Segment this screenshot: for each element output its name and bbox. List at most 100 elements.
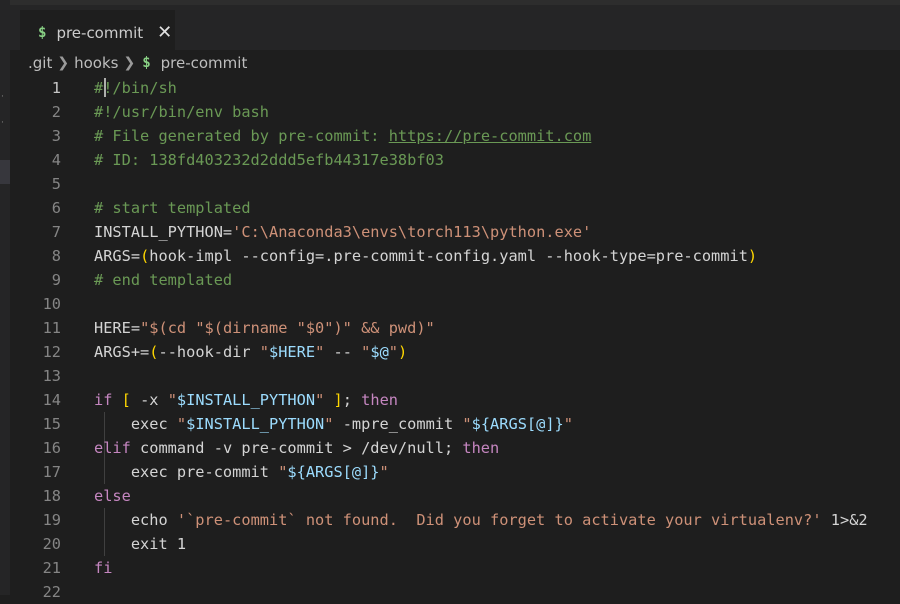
code-line[interactable]: 10: [10, 292, 900, 316]
breadcrumb-git[interactable]: .git: [28, 54, 52, 72]
code-line[interactable]: 22: [10, 580, 900, 604]
code-text[interactable]: if [ -x "$INSTALL_PYTHON" ]; then: [94, 388, 398, 412]
code-text[interactable]: fi: [94, 556, 112, 580]
tab-label[interactable]: pre-commit: [56, 24, 143, 42]
code-token: ": [176, 415, 187, 433]
code-line[interactable]: 14 if [ -x "$INSTALL_PYTHON" ]; then: [10, 388, 900, 412]
code-token: ARGS=: [94, 247, 141, 265]
code-token: hook-impl --config=.pre-commit-config.ya…: [149, 247, 748, 265]
code-token: ": [563, 415, 573, 433]
breadcrumb: .git ❯ hooks ❯ $ pre-commit: [28, 52, 247, 74]
line-number: 8: [51, 247, 61, 265]
code-text[interactable]: HERE="$(cd "$(dirname "$0")" && pwd)": [94, 316, 435, 340]
line-number: 9: [51, 271, 61, 289]
code-token: elif: [94, 439, 131, 457]
code-token: exit 1: [94, 535, 187, 553]
line-number: 22: [42, 583, 61, 601]
code-line[interactable]: 17 exec pre-commit "${ARGS[@]}": [10, 460, 900, 484]
code-token: ": [259, 343, 270, 361]
code-token: 'C:\Anaconda3\envs\torch113\python.exe': [232, 223, 592, 241]
code-text[interactable]: ARGS+=(--hook-dir "$HERE" -- "$@"): [94, 340, 407, 364]
line-number: 19: [42, 511, 61, 529]
breadcrumb-hooks[interactable]: hooks: [74, 54, 118, 72]
text-cursor: [104, 78, 106, 97]
activity-sidebar-edge: · ·: [0, 0, 10, 595]
code-line[interactable]: 1 #!/bin/sh: [10, 76, 900, 100]
code-token: exec: [94, 415, 177, 433]
line-number: 12: [42, 343, 61, 361]
code-line[interactable]: 8 ARGS=(hook-impl --config=.pre-commit-co…: [10, 244, 900, 268]
close-icon[interactable]: ✕: [157, 22, 172, 43]
line-number: 6: [51, 199, 61, 217]
code-line[interactable]: 3 # File generated by pre-commit: https:/…: [10, 124, 900, 148]
code-text[interactable]: ARGS=(hook-impl --config=.pre-commit-con…: [94, 244, 757, 268]
code-text[interactable]: # end templated: [94, 268, 232, 292]
code-token: then: [361, 391, 398, 409]
code-token: 1>&2: [821, 511, 868, 529]
code-line[interactable]: 13: [10, 364, 900, 388]
line-number: 18: [42, 487, 61, 505]
code-token: ": [379, 463, 389, 481]
line-number: 13: [42, 367, 61, 385]
code-text[interactable]: # ID: 138fd403232d2ddd5efb44317e38bf03: [94, 148, 444, 172]
code-text[interactable]: exec "$INSTALL_PYTHON" -mpre_commit "${A…: [94, 412, 573, 436]
line-number: 1: [51, 79, 61, 97]
code-token: exec pre-commit: [94, 463, 279, 481]
code-token: "$(cd "$(dirname "$0")" && pwd)": [140, 319, 435, 337]
breadcrumb-pre-commit[interactable]: pre-commit: [161, 54, 248, 72]
code-token: ": [167, 391, 177, 409]
code-token: if: [94, 391, 113, 409]
code-line[interactable]: 20 exit 1: [10, 532, 900, 556]
code-token: -mpre_commit: [333, 415, 463, 433]
code-editor[interactable]: 1 #!/bin/sh 2 #!/usr/bin/env bash 3 # File ge…: [10, 76, 900, 601]
code-token: --: [324, 343, 362, 361]
code-token: $INSTALL_PYTHON: [176, 391, 316, 409]
code-line[interactable]: 21 fi: [10, 556, 900, 580]
code-text[interactable]: echo '`pre-commit` not found. Did you fo…: [94, 508, 868, 532]
code-text[interactable]: exec pre-commit "${ARGS[@]}": [94, 460, 389, 484]
code-token: $INSTALL_PYTHON: [186, 415, 325, 433]
code-line[interactable]: 5: [10, 172, 900, 196]
code-token: echo: [94, 511, 177, 529]
code-line[interactable]: 6 # start templated: [10, 196, 900, 220]
code-token: ): [747, 247, 758, 265]
sidebar-dot: ·: [1, 118, 4, 128]
code-token: (: [140, 247, 150, 265]
code-line[interactable]: 19 echo '`pre-commit` not found. Did you…: [10, 508, 900, 532]
sidebar-selection-mark[interactable]: [0, 160, 10, 184]
line-number: 11: [42, 319, 61, 337]
line-number: 7: [51, 223, 61, 241]
code-text[interactable]: exit 1: [94, 532, 186, 556]
code-token: #!/bin/sh: [94, 79, 177, 97]
line-number: 3: [51, 127, 61, 145]
code-line[interactable]: 4 # ID: 138fd403232d2ddd5efb44317e38bf03: [10, 148, 900, 172]
code-token: ": [315, 391, 325, 409]
code-line[interactable]: 18 else: [10, 484, 900, 508]
code-line[interactable]: 15 exec "$INSTALL_PYTHON" -mpre_commit "…: [10, 412, 900, 436]
code-token: #!/usr/bin/env bash: [94, 103, 269, 121]
code-token: # start templated: [94, 199, 251, 217]
code-text[interactable]: INSTALL_PYTHON='C:\Anaconda3\envs\torch1…: [94, 220, 591, 244]
code-line[interactable]: 16 elif command -v pre-commit > /dev/null…: [10, 436, 900, 460]
code-text[interactable]: #!/usr/bin/env bash: [94, 100, 269, 124]
code-token: [: [121, 391, 131, 409]
code-line[interactable]: 9 # end templated: [10, 268, 900, 292]
code-line[interactable]: 2 #!/usr/bin/env bash: [10, 100, 900, 124]
chevron-right-icon: ❯: [123, 55, 136, 71]
code-line[interactable]: 11 HERE="$(cd "$(dirname "$0")" && pwd)": [10, 316, 900, 340]
code-line[interactable]: 7 INSTALL_PYTHON='C:\Anaconda3\envs\torch…: [10, 220, 900, 244]
line-number: 17: [42, 463, 61, 481]
code-text[interactable]: #!/bin/sh: [94, 76, 177, 100]
code-line[interactable]: 12 ARGS+=(--hook-dir "$HERE" -- "$@"): [10, 340, 900, 364]
code-text[interactable]: else: [94, 484, 131, 508]
code-token: --hook-dir: [158, 343, 260, 361]
code-token: fi: [94, 559, 113, 577]
code-text[interactable]: # start templated: [94, 196, 251, 220]
code-token: ": [315, 343, 325, 361]
code-text[interactable]: # File generated by pre-commit: https://…: [94, 124, 591, 148]
code-text[interactable]: elif command -v pre-commit > /dev/null; …: [94, 436, 499, 460]
tab-pre-commit[interactable]: $ pre-commit ✕: [20, 10, 175, 55]
code-token: https://pre-commit.com: [388, 127, 592, 145]
code-token: command -v pre-commit > /dev/null;: [130, 439, 463, 457]
